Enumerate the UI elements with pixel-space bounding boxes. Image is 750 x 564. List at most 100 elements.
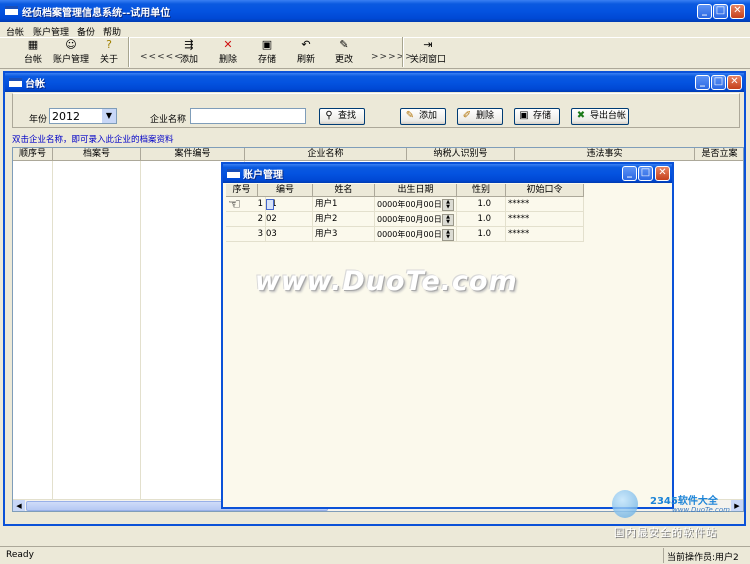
ledger-icon: ▦ — [27, 38, 39, 51]
status-divider — [663, 548, 664, 563]
current-operator: 当前操作员:用户2 — [667, 553, 739, 563]
help-icon: ? — [106, 38, 112, 51]
app-title: 经侦档案管理信息系统--试用单位 — [22, 8, 171, 19]
column-header[interactable]: 案件编号 — [141, 148, 245, 161]
date-spinner-icon[interactable]: ▲ ▼ — [442, 199, 454, 211]
password-cell[interactable]: ***** — [506, 227, 584, 242]
column-header[interactable]: 初始口令 — [506, 184, 584, 197]
save-icon: ▣ — [261, 38, 273, 51]
account-window-title: 账户管理 — [243, 170, 283, 181]
column-header[interactable]: 出生日期 — [375, 184, 457, 197]
search-button[interactable]: ⚲ 查找 — [319, 108, 365, 125]
seq-cell: 3 — [226, 227, 266, 242]
close-icon[interactable]: ✕ — [727, 75, 742, 90]
toolbar-close-window-button[interactable]: ⇥ 关闭窗口 — [407, 38, 449, 68]
column-header[interactable]: 档案号 — [53, 148, 141, 161]
menu-bar: 台帐 账户管理 备份 帮助 — [0, 22, 750, 38]
scroll-left-icon[interactable]: ◀ — [13, 500, 25, 511]
users-icon: ☺ — [65, 38, 77, 51]
account-window: 账户管理 _ □ ✕ 序号 编号 姓名 出生日期 性别 初始口令 ☜ 1 01 … — [221, 162, 674, 509]
column-header[interactable]: 编号 — [258, 184, 313, 197]
maximize-icon[interactable]: □ — [713, 4, 728, 19]
logo-url: www.DuoTe.com — [672, 506, 730, 514]
column-header[interactable]: 姓名 — [313, 184, 375, 197]
refresh-icon: ↶ — [301, 38, 311, 51]
year-select[interactable]: 2012 ▼ — [49, 108, 117, 124]
window-icon — [9, 78, 22, 87]
delete-button[interactable]: ✐ 删除 — [457, 108, 503, 125]
hint-text: 双击企业名称，即可录入此企业的档案资料 — [12, 135, 174, 145]
column-divider — [52, 161, 53, 501]
column-header[interactable]: 顺序号 — [13, 148, 53, 161]
save-button[interactable]: ▣ 存储 — [514, 108, 560, 125]
add-button[interactable]: ✎ 添加 — [400, 108, 446, 125]
edit-icon: ✎ — [339, 38, 349, 51]
name-cell[interactable]: 用户2 — [313, 212, 375, 227]
toolbar-edit-button[interactable]: ✎ 更改 — [332, 38, 356, 68]
toolbar-delete-button[interactable]: ✕ 删除 — [216, 38, 240, 68]
code-cell[interactable]: 02 — [266, 212, 313, 227]
mascot-icon — [612, 490, 638, 518]
logo-brand: 2345软件大全 — [650, 496, 718, 507]
column-header[interactable]: 纳税人识别号 — [407, 148, 515, 161]
company-name-input[interactable] — [190, 108, 306, 124]
column-header[interactable]: 性别 — [457, 184, 506, 197]
logo-slogan: 国内最安全的软件站 — [614, 527, 718, 539]
gender-cell[interactable]: 1.0 — [457, 197, 506, 212]
main-title-bar: 经侦档案管理信息系统--试用单位 _ □ ✕ — [0, 0, 750, 22]
pencil-icon: ✎ — [405, 110, 415, 121]
minimize-icon[interactable]: _ — [695, 75, 710, 90]
close-icon[interactable]: ✕ — [730, 4, 745, 19]
toolbar-separator — [128, 37, 130, 67]
gender-cell[interactable]: 1.0 — [457, 212, 506, 227]
name-cell[interactable]: 用户3 — [313, 227, 375, 242]
maximize-icon[interactable]: □ — [638, 166, 653, 181]
selected-cell-highlight — [266, 199, 274, 210]
column-header[interactable]: 是否立案 — [695, 148, 743, 161]
password-cell[interactable]: ***** — [506, 212, 584, 227]
watermark: www.DuoTe.com — [255, 266, 518, 297]
exit-door-icon: ⇥ — [423, 38, 433, 51]
seq-cell: 2 — [226, 212, 266, 227]
column-header[interactable]: 违法事实 — [515, 148, 695, 161]
date-spinner-icon[interactable]: ▲ ▼ — [442, 229, 454, 241]
filter-panel — [12, 93, 740, 128]
toolbar-about-button[interactable]: ? 关于 — [97, 38, 121, 68]
search-icon: ⚲ — [325, 110, 333, 121]
name-cell[interactable]: 用户1 — [313, 197, 375, 212]
column-divider — [140, 161, 141, 501]
close-icon[interactable]: ✕ — [655, 166, 670, 181]
year-label: 年份 — [29, 115, 48, 125]
column-header[interactable]: 企业名称 — [245, 148, 407, 161]
site-logo: 2345软件大全 www.DuoTe.com 国内最安全的软件站 — [610, 488, 748, 546]
maximize-icon[interactable]: □ — [711, 75, 726, 90]
delete-icon: ✕ — [223, 38, 233, 51]
save-icon: ▣ — [519, 110, 529, 121]
export-ledger-button[interactable]: ✖ 导出台帐 — [571, 108, 629, 125]
account-grid[interactable]: 序号 编号 姓名 出生日期 性别 初始口令 ☜ 1 01 用户1 0000年00… — [226, 184, 584, 254]
app-icon — [5, 6, 18, 15]
toolbar-separator — [402, 37, 404, 67]
toolbar-save-button[interactable]: ▣ 存储 — [255, 38, 279, 68]
excel-icon: ✖ — [576, 110, 586, 121]
toolbar-add-button[interactable]: ⇶ 添加 — [177, 38, 201, 68]
status-bar: Ready 当前操作员:用户2 — [0, 546, 750, 564]
chevron-down-icon[interactable]: ▼ — [102, 109, 116, 123]
toolbar-account-button[interactable]: ☺ 账户管理 — [52, 38, 90, 68]
status-text: Ready — [6, 550, 34, 560]
year-value: 2012 — [52, 110, 80, 123]
minimize-icon[interactable]: _ — [622, 166, 637, 181]
ledger-title-bar: 台帐 _ □ ✕ — [5, 73, 744, 92]
eraser-icon: ✐ — [462, 110, 472, 121]
toolbar-taizhang-button[interactable]: ▦ 台帐 — [18, 38, 48, 68]
password-cell[interactable]: ***** — [506, 197, 584, 212]
ledger-window-title: 台帐 — [25, 79, 45, 90]
code-cell[interactable]: 03 — [266, 227, 313, 242]
toolbar-refresh-button[interactable]: ↶ 刷新 — [294, 38, 318, 68]
minimize-icon[interactable]: _ — [697, 4, 712, 19]
gender-cell[interactable]: 1.0 — [457, 227, 506, 242]
seq-cell: 1 — [226, 197, 266, 212]
add-icon: ⇶ — [184, 38, 194, 51]
date-spinner-icon[interactable]: ▲ ▼ — [442, 214, 454, 226]
company-name-label: 企业名称 — [150, 115, 187, 125]
